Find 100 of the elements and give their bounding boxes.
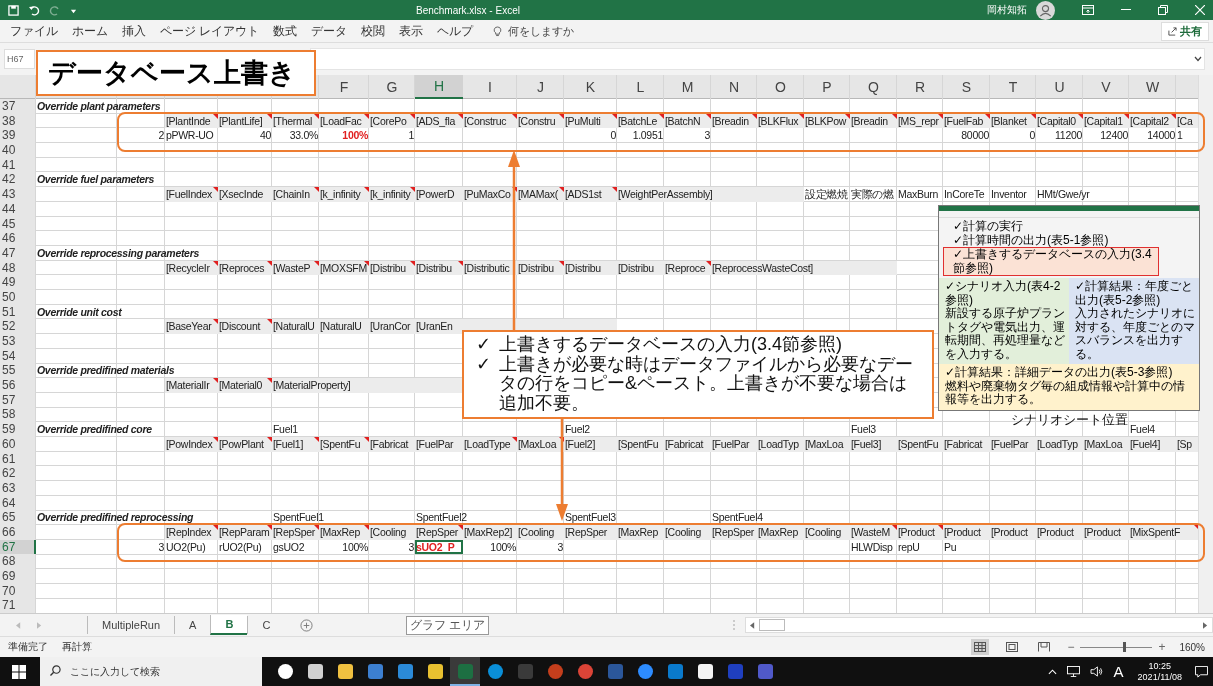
row-number[interactable]: 61	[0, 451, 36, 467]
clock-time[interactable]: 10:25	[1148, 660, 1172, 672]
name-box[interactable]: H67	[4, 49, 35, 69]
row-number[interactable]: 49	[0, 275, 36, 290]
windows-start-icon[interactable]	[12, 664, 26, 679]
column-header[interactable]: P	[804, 75, 850, 98]
column-header[interactable]: O	[757, 75, 804, 98]
column-header[interactable]: G	[369, 75, 415, 98]
spreadsheet-cell-text: SpentFuel1	[272, 510, 325, 525]
column-header[interactable]: W	[1129, 75, 1176, 98]
add-sheet-icon[interactable]	[300, 618, 314, 632]
menu-tab[interactable]: ホーム	[72, 22, 108, 40]
row-number[interactable]: 44	[0, 201, 36, 217]
column-header[interactable]: S	[943, 75, 990, 98]
column-header[interactable]: J	[517, 75, 564, 98]
formula-field[interactable]	[310, 48, 1205, 70]
sheet-tab[interactable]: C	[247, 616, 285, 635]
column-header[interactable]: N	[711, 75, 757, 98]
sheet-tab[interactable]: B	[210, 615, 248, 636]
row-number[interactable]: 70	[0, 583, 36, 599]
clock-date[interactable]: 2021/11/08	[1137, 671, 1182, 683]
zoom-in-button[interactable]: +	[1158, 640, 1166, 655]
row-number[interactable]: 58	[0, 407, 36, 423]
menu-tab[interactable]: ヘルプ	[437, 22, 474, 40]
speaker-icon[interactable]	[1089, 666, 1103, 678]
row-number[interactable]: 66	[0, 524, 36, 540]
row-number[interactable]: 50	[0, 289, 36, 305]
column-header[interactable]: V	[1083, 75, 1129, 98]
row-number[interactable]: 53	[0, 334, 36, 349]
row-number[interactable]: 48	[0, 260, 36, 276]
row-number[interactable]: 69	[0, 569, 36, 584]
row-number[interactable]: 68	[0, 554, 36, 569]
column-header[interactable]: U	[1036, 75, 1083, 98]
column-header[interactable]: H	[415, 75, 463, 99]
column-header[interactable]: F	[319, 75, 369, 98]
row-number[interactable]: 43	[0, 187, 36, 202]
menu-tab[interactable]: 数式	[273, 22, 298, 40]
row-number[interactable]: 57	[0, 392, 36, 408]
row-number[interactable]: 38	[0, 113, 36, 129]
row-number[interactable]: 64	[0, 495, 36, 511]
scroll-thumb[interactable]	[759, 619, 785, 632]
row-number[interactable]: 63	[0, 480, 36, 496]
horizontal-scrollbar[interactable]	[745, 617, 1213, 634]
share-button[interactable]: 共有	[1161, 21, 1209, 41]
zoom-level[interactable]: 160%	[1179, 641, 1205, 653]
caret-up-icon[interactable]	[1047, 668, 1057, 675]
taskbar-search-field[interactable]: ここに入力して検索	[40, 657, 262, 686]
row-number[interactable]: 52	[0, 319, 36, 334]
notification-icon[interactable]	[1195, 665, 1208, 678]
menu-tab[interactable]: データ	[311, 22, 348, 40]
row-number[interactable]: 65	[0, 510, 36, 525]
row-number[interactable]: 46	[0, 231, 36, 246]
row-number[interactable]: 47	[0, 245, 36, 261]
restore-icon[interactable]	[1158, 5, 1168, 15]
zoom-slider-thumb[interactable]	[1122, 641, 1126, 652]
close-icon[interactable]	[1195, 5, 1205, 15]
row-number[interactable]: 41	[0, 157, 36, 173]
row-number[interactable]: 54	[0, 348, 36, 364]
avatar-icon[interactable]	[1036, 0, 1055, 20]
scroll-right-icon[interactable]	[1203, 621, 1208, 629]
sheet-tab[interactable]: MultipleRun	[87, 616, 175, 635]
row-number[interactable]: 51	[0, 304, 36, 320]
row-number[interactable]: 71	[0, 598, 36, 614]
save-icon[interactable]	[8, 4, 19, 16]
column-header[interactable]: R	[897, 75, 943, 98]
grid-view-icon[interactable]	[971, 639, 990, 656]
ribbon-display-icon[interactable]	[1082, 5, 1094, 15]
row-number[interactable]: 55	[0, 363, 36, 379]
vertical-scrollbar[interactable]	[1198, 75, 1213, 614]
column-header[interactable]: M	[664, 75, 711, 98]
row-number[interactable]: 67	[0, 539, 36, 555]
scroll-left-icon[interactable]	[750, 621, 755, 629]
menu-tab[interactable]: 挿入	[122, 22, 146, 40]
undo-icon[interactable]	[28, 4, 40, 16]
spreadsheet-cell-text: 0	[1028, 128, 1036, 144]
row-number[interactable]: 59	[0, 422, 36, 437]
tell-me-field[interactable]: 何をしますか	[508, 25, 609, 37]
row-number[interactable]: 37	[0, 99, 36, 114]
zoom-out-button[interactable]: −	[1067, 640, 1075, 655]
row-number[interactable]: 56	[0, 378, 36, 393]
menu-tab[interactable]: ページ レイアウト	[160, 22, 260, 40]
column-header[interactable]: Q	[850, 75, 897, 98]
column-header[interactable]: T	[990, 75, 1036, 98]
expand-chevron-icon[interactable]	[1194, 56, 1202, 62]
row-number[interactable]: 39	[0, 128, 36, 144]
spreadsheet-cell: [Fabricat	[369, 436, 415, 452]
column-header[interactable]: L	[617, 75, 664, 98]
column-header[interactable]: K	[564, 75, 617, 98]
row-number[interactable]: 40	[0, 143, 36, 158]
row-number[interactable]: 62	[0, 466, 36, 481]
row-number[interactable]: 60	[0, 436, 36, 452]
menu-tab[interactable]: ファイル	[10, 22, 58, 40]
menu-tab[interactable]: 校閲	[361, 22, 386, 40]
network-icon[interactable]	[1066, 666, 1080, 678]
minimize-icon[interactable]	[1121, 9, 1131, 11]
menu-tab[interactable]: 表示	[399, 22, 424, 40]
column-header[interactable]: I	[463, 75, 517, 98]
row-number[interactable]: 45	[0, 216, 36, 232]
input-method-indicator[interactable]: A	[1113, 663, 1124, 681]
row-number[interactable]: 42	[0, 172, 36, 188]
